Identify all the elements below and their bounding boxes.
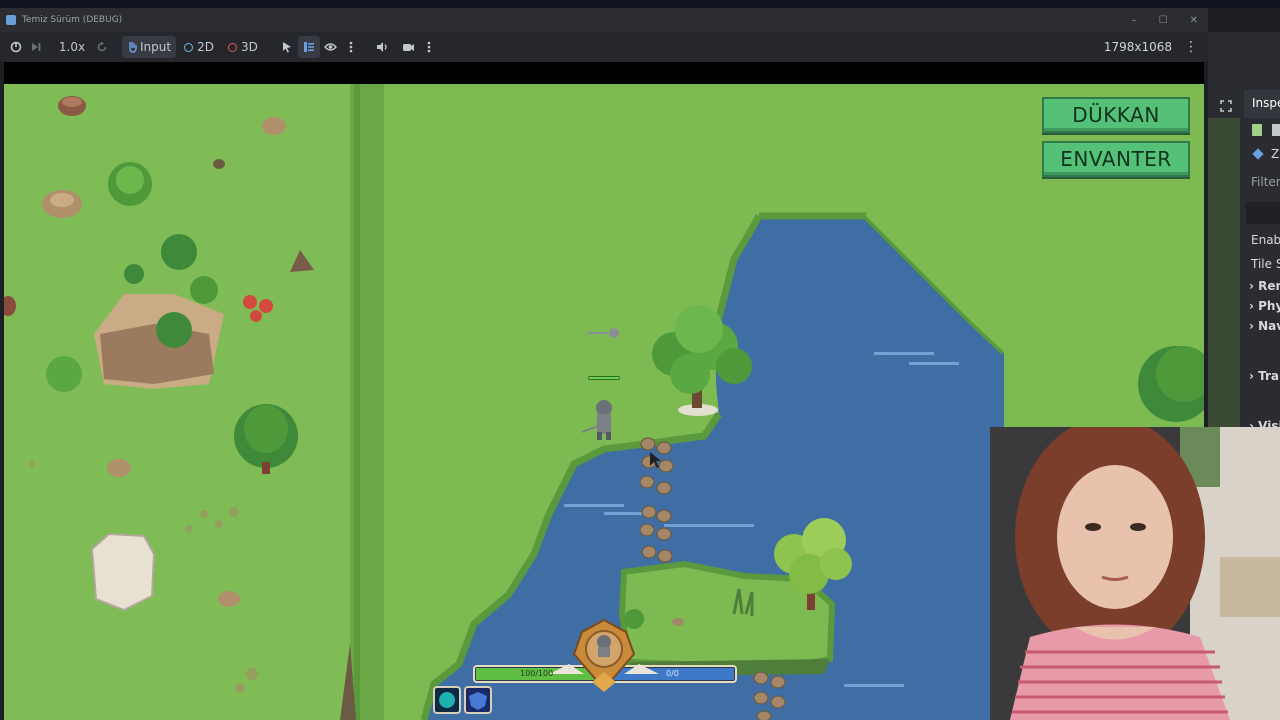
- hand-icon: [129, 42, 137, 53]
- input-toggle-button[interactable]: Input: [122, 36, 177, 58]
- webcam-overlay: [990, 427, 1280, 720]
- section-rendering[interactable]: › Ren: [1249, 279, 1280, 293]
- 2d-dot-icon: [184, 42, 194, 52]
- desktop-top-strip: [0, 0, 1280, 8]
- health-text: 100/100: [520, 669, 554, 678]
- reset-speed-icon[interactable]: [90, 36, 114, 58]
- maximize-button[interactable]: ☐: [1159, 15, 1168, 26]
- script-icon[interactable]: [1252, 124, 1262, 136]
- section-physics[interactable]: › Phy: [1249, 299, 1280, 313]
- window-title: Temiz Sürüm (DEBUG): [22, 15, 123, 25]
- editor-viewport-strip: [1208, 118, 1240, 428]
- mode-3d-label: 3D: [240, 40, 258, 54]
- shop-button[interactable]: DÜKKAN: [1042, 97, 1190, 133]
- mode-3d-button[interactable]: 3D: [224, 36, 262, 58]
- inventory-button[interactable]: ENVANTER: [1042, 141, 1190, 177]
- resolution-label: 1798x1068: [1103, 40, 1172, 54]
- fullscreen-icon[interactable]: [1220, 97, 1232, 112]
- next-frame-icon[interactable]: [26, 36, 46, 58]
- mode-2d-button[interactable]: 2D: [180, 36, 218, 58]
- section-navigation[interactable]: › Nav: [1249, 319, 1280, 333]
- minimize-button[interactable]: –: [1132, 15, 1137, 26]
- window-titlebar: Temiz Sürüm (DEBUG) – ☐ ✕: [0, 8, 1208, 32]
- letterbox-band: [4, 62, 1204, 84]
- inspector-field[interactable]: [1246, 202, 1280, 224]
- input-label: Input: [140, 40, 172, 54]
- close-button[interactable]: ✕: [1190, 15, 1198, 26]
- window-menu-icon[interactable]: ⋮: [1184, 32, 1198, 62]
- camera-options-icon[interactable]: [420, 36, 438, 58]
- time-scale-button[interactable]: 1.0x: [54, 36, 90, 58]
- mode-2d-label: 2D: [197, 40, 214, 54]
- inspector-title[interactable]: Inspe: [1252, 96, 1280, 110]
- inspector-enabled: Enabl: [1251, 233, 1280, 247]
- speaker-icon[interactable]: [372, 36, 394, 58]
- camera-override-icon[interactable]: [398, 36, 420, 58]
- suspend-icon[interactable]: [6, 36, 26, 58]
- 3d-dot-icon: [227, 42, 237, 52]
- eye-icon[interactable]: [320, 36, 342, 58]
- select-arrow-icon[interactable]: [276, 36, 298, 58]
- more-options-icon[interactable]: [342, 36, 360, 58]
- editor-toolbar: 1.0x Input 2D 3D 1798x1068 ⋮: [0, 32, 1208, 62]
- list-select-icon[interactable]: [297, 36, 320, 58]
- mana-text: 0/0: [666, 669, 679, 678]
- app-icon: [6, 15, 16, 25]
- doc-icon[interactable]: [1272, 124, 1280, 136]
- inspector-filter[interactable]: Filter: [1251, 175, 1280, 189]
- section-transform[interactable]: › Tran: [1249, 369, 1280, 383]
- inspector-tile-set: Tile S: [1251, 257, 1280, 271]
- inspector-node-name[interactable]: Zo: [1271, 147, 1280, 161]
